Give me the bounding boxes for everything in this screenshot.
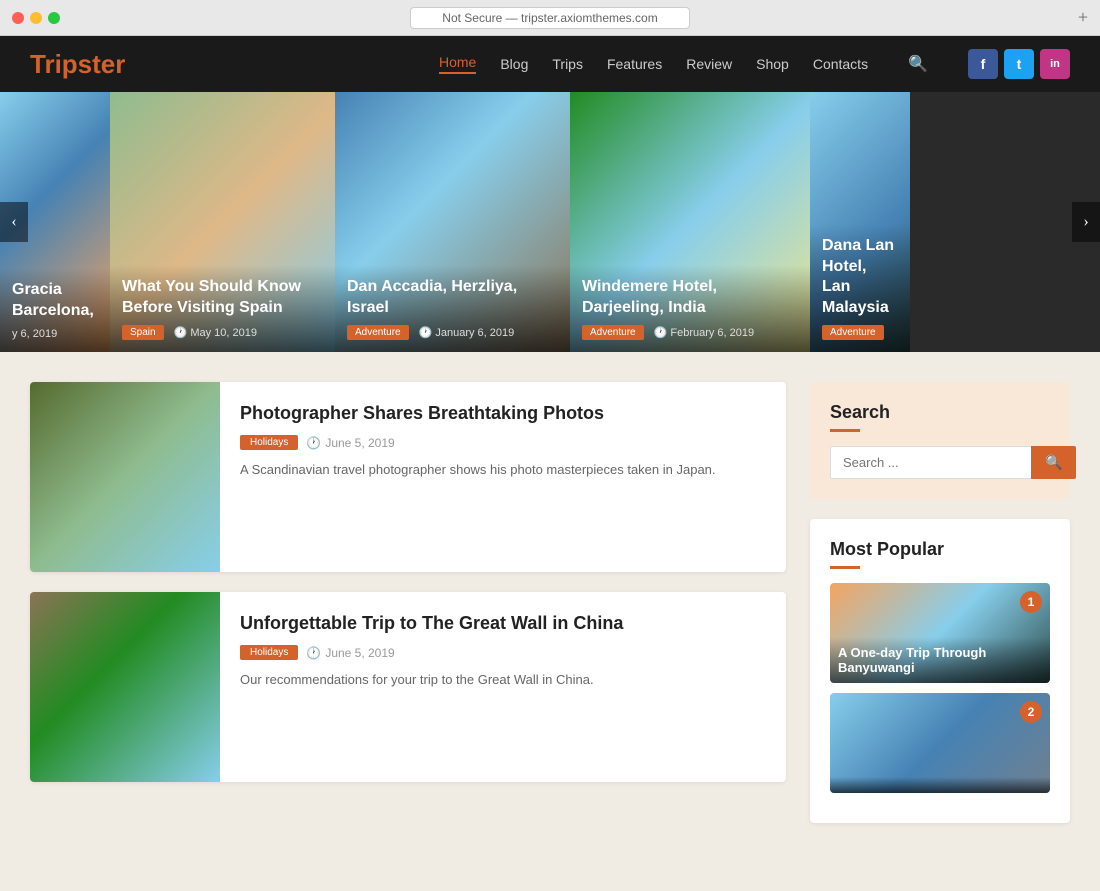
search-bar: 🔍 (830, 446, 1050, 479)
post-2-excerpt: Our recommendations for your trip to the… (240, 670, 766, 691)
slide-2-title: What You Should Know Before Visiting Spa… (122, 277, 323, 319)
slider-next-button[interactable]: › (1072, 202, 1100, 242)
post-1-tag[interactable]: Holidays (240, 435, 298, 450)
post-2-title[interactable]: Unforgettable Trip to The Great Wall in … (240, 612, 766, 635)
facebook-button[interactable]: f (968, 49, 998, 79)
slide-4-date: 🕐 February 6, 2019 (654, 326, 755, 339)
content-area: Photographer Shares Breathtaking Photos … (0, 352, 1100, 853)
new-tab-button[interactable]: + (1078, 7, 1088, 28)
popular-widget-title: Most Popular (830, 539, 1050, 560)
twitter-button[interactable]: t (1004, 49, 1034, 79)
slider-prev-button[interactable]: ‹ (0, 202, 28, 242)
instagram-button[interactable]: in (1040, 49, 1070, 79)
slide-1-date: y 6, 2019 (12, 328, 57, 340)
post-1-thumbnail (30, 382, 220, 572)
popular-rank-1: 1 (1020, 591, 1042, 613)
slide-2: What You Should Know Before Visiting Spa… (110, 92, 335, 352)
slide-2-date: 🕐 May 10, 2019 (174, 326, 257, 339)
post-1-date: 🕐 June 5, 2019 (306, 436, 394, 450)
slide-3-date: 🕐 January 6, 2019 (419, 326, 515, 339)
post-card-1: Photographer Shares Breathtaking Photos … (30, 382, 786, 572)
dot-yellow[interactable] (30, 12, 42, 24)
search-widget-divider (830, 429, 860, 432)
dot-red[interactable] (12, 12, 24, 24)
slide-4-title: Windemere Hotel, Darjeeling, India (582, 277, 798, 319)
site-header: Tripster Home Blog Trips Features Review… (0, 36, 1100, 92)
sidebar: Search 🔍 Most Popular 1 A One-day Trip T… (810, 382, 1070, 823)
post-2-thumbnail (30, 592, 220, 782)
main-posts: Photographer Shares Breathtaking Photos … (30, 382, 786, 823)
post-1-tags: Holidays 🕐 June 5, 2019 (240, 435, 766, 450)
slide-3-tag: Adventure (347, 325, 409, 340)
popular-widget: Most Popular 1 A One-day Trip Through Ba… (810, 519, 1070, 823)
slide-4-tag: Adventure (582, 325, 644, 340)
slide-3: Dan Accadia, Herzliya, Israel Adventure … (335, 92, 570, 352)
nav-home[interactable]: Home (439, 54, 476, 74)
header-search-icon[interactable]: 🔍 (908, 54, 928, 74)
site-wrapper: Tripster Home Blog Trips Features Review… (0, 36, 1100, 853)
popular-rank-2: 2 (1020, 701, 1042, 723)
slides-container: Gracia Barcelona, y 6, 2019 What You Sho… (0, 92, 1100, 352)
post-2-tag[interactable]: Holidays (240, 645, 298, 660)
post-2-tags: Holidays 🕐 June 5, 2019 (240, 645, 766, 660)
slide-4: Windemere Hotel, Darjeeling, India Adven… (570, 92, 810, 352)
slide-2-tag: Spain (122, 325, 164, 340)
search-button[interactable]: 🔍 (1031, 446, 1076, 479)
logo[interactable]: Tripster (30, 49, 125, 80)
popular-item-2[interactable]: 2 (830, 693, 1050, 793)
slide-5: Dana Lan Hotel, Lan Malaysia Adventure (810, 92, 910, 352)
nav-contacts[interactable]: Contacts (813, 56, 868, 72)
hero-slider: ‹ Gracia Barcelona, y 6, 2019 What You S… (0, 92, 1100, 352)
search-widget: Search 🔍 (810, 382, 1070, 499)
logo-suffix: ster (78, 49, 126, 79)
slide-5-tag: Adventure (822, 325, 884, 340)
nav-review[interactable]: Review (686, 56, 732, 72)
search-widget-title: Search (830, 402, 1050, 423)
post-1-title[interactable]: Photographer Shares Breathtaking Photos (240, 402, 766, 425)
nav-blog[interactable]: Blog (500, 56, 528, 72)
dot-green[interactable] (48, 12, 60, 24)
browser-url: Not Secure — tripster.axiomthemes.com (410, 7, 690, 29)
post-1-excerpt: A Scandinavian travel photographer shows… (240, 460, 766, 481)
nav-trips[interactable]: Trips (552, 56, 583, 72)
post-2-info: Unforgettable Trip to The Great Wall in … (220, 592, 786, 782)
popular-title-2 (830, 777, 1050, 793)
slide-5-title: Dana Lan Hotel, Lan Malaysia (822, 236, 898, 319)
popular-item-1[interactable]: 1 A One-day Trip Through Banyuwangi (830, 583, 1050, 683)
nav-shop[interactable]: Shop (756, 56, 789, 72)
slide-3-title: Dan Accadia, Herzliya, Israel (347, 277, 558, 319)
post-1-info: Photographer Shares Breathtaking Photos … (220, 382, 786, 572)
popular-widget-divider (830, 566, 860, 569)
post-2-date: 🕐 June 5, 2019 (306, 646, 394, 660)
browser-chrome: Not Secure — tripster.axiomthemes.com + (0, 0, 1100, 36)
main-nav: Home Blog Trips Features Review Shop Con… (439, 49, 1070, 79)
popular-title-1: A One-day Trip Through Banyuwangi (830, 637, 1050, 683)
search-input[interactable] (830, 446, 1031, 479)
logo-prefix: Trip (30, 49, 78, 79)
nav-features[interactable]: Features (607, 56, 662, 72)
social-icons: f t in (968, 49, 1070, 79)
slide-1-title: Gracia Barcelona, (12, 280, 98, 322)
post-card-2: Unforgettable Trip to The Great Wall in … (30, 592, 786, 782)
browser-dots (12, 12, 60, 24)
